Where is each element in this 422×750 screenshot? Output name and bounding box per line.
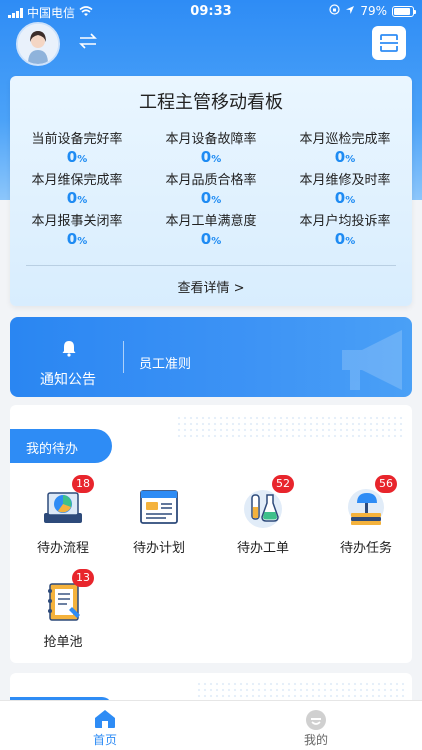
tab-mine-label: 我的 [303, 733, 328, 747]
notice-text[interactable]: 员工准则 [139, 353, 191, 372]
metric-value: 0 [200, 148, 212, 166]
metric-unit: % [345, 154, 356, 165]
metric-unit: % [77, 236, 88, 247]
metric-unit: % [211, 154, 222, 165]
metric-label: 本月工单满意度 [165, 214, 257, 229]
todo-item-label: 待办任务 [339, 541, 392, 556]
badge-count: 18 [72, 475, 94, 493]
metric-value: 0 [66, 189, 78, 207]
todo-item-process[interactable]: 18 待办流程 [13, 475, 113, 556]
process-chart-icon: 18 [40, 475, 94, 531]
todo-item-label: 待办流程 [36, 541, 89, 556]
metric-item[interactable]: 本月巡检完成率 0% [278, 132, 412, 169]
view-details-link[interactable]: 查看详情 > [10, 277, 412, 296]
metric-label: 本月维修及时率 [299, 173, 391, 188]
todo-card: 我的待办 18 待办流程 待办计划 52 待办工单 56 待办任务 13 抢单池 [10, 405, 412, 663]
metric-label: 本月报事关闭率 [31, 214, 123, 229]
metric-item[interactable]: 本月户均投诉率 0% [278, 214, 412, 251]
metric-item[interactable]: 本月工单满意度 0% [144, 214, 278, 251]
home-icon [75, 709, 135, 731]
todo-title: 我的待办 [10, 429, 112, 463]
location-icon [345, 4, 355, 18]
profile-icon [286, 709, 346, 731]
todo-item-plan[interactable]: 待办计划 [109, 485, 209, 556]
metric-unit: % [77, 195, 88, 206]
metric-item[interactable]: 本月品质合格率 0% [144, 173, 278, 210]
divider [26, 265, 396, 266]
metric-value: 0 [334, 230, 346, 248]
metric-value: 0 [200, 189, 212, 207]
badge-count: 13 [72, 569, 94, 587]
todo-item-workorder[interactable]: 52 待办工单 [213, 475, 313, 556]
bell-icon [60, 339, 78, 361]
metric-label: 当前设备完好率 [31, 132, 123, 147]
metric-item[interactable]: 当前设备完好率 0% [10, 132, 144, 169]
battery-icon [392, 5, 416, 17]
metric-label: 本月维保完成率 [31, 173, 123, 188]
metric-label: 本月设备故障率 [165, 132, 257, 147]
metric-label: 本月户均投诉率 [299, 214, 391, 229]
todo-item-task[interactable]: 56 待办任务 [316, 475, 412, 556]
metric-unit: % [345, 195, 356, 206]
metric-item[interactable]: 本月设备故障率 0% [144, 132, 278, 169]
bottom-tab-bar: 首页 我的 [0, 700, 422, 750]
divider [123, 341, 124, 373]
status-bar: 中国电信 09:33 79% [0, 0, 422, 24]
metric-label: 本月品质合格率 [165, 173, 257, 188]
metric-item[interactable]: 本月维修及时率 0% [278, 173, 412, 210]
todo-item-grab-order[interactable]: 13 抢单池 [13, 569, 113, 650]
board-title: 工程主管移动看板 [139, 92, 283, 113]
tab-home-label: 首页 [92, 733, 117, 747]
plan-document-icon [136, 485, 182, 531]
metric-unit: % [345, 236, 356, 247]
avatar[interactable] [16, 22, 60, 66]
todo-item-label: 抢单池 [43, 635, 83, 650]
lab-flask-icon: 52 [240, 475, 294, 531]
dashboard-board: 工程主管移动看板 当前设备完好率 0% 本月设备故障率 0% 本月巡检完成率 0% 本… [10, 76, 412, 306]
dot-pattern [196, 681, 406, 701]
task-lamp-icon: 56 [343, 475, 397, 531]
metric-value: 0 [200, 230, 212, 248]
metric-value: 0 [334, 189, 346, 207]
notice-banner[interactable]: 通知公告 员工准则 [10, 317, 412, 397]
metric-item[interactable]: 本月维保完成率 0% [10, 173, 144, 210]
dot-pattern [176, 415, 406, 441]
todo-item-label: 待办工单 [236, 541, 289, 556]
switch-project-icon[interactable] [78, 33, 98, 54]
metric-label: 本月巡检完成率 [299, 132, 391, 147]
metric-value: 0 [66, 230, 78, 248]
scan-icon [380, 34, 398, 52]
megaphone-icon [332, 325, 412, 397]
rotation-lock-icon [329, 4, 340, 18]
scan-button[interactable] [372, 26, 406, 60]
tab-home[interactable]: 首页 [75, 709, 135, 748]
badge-count: 52 [272, 475, 294, 493]
metric-value: 0 [334, 148, 346, 166]
battery-percent: 79% [360, 4, 387, 18]
metric-unit: % [211, 236, 222, 247]
metric-unit: % [211, 195, 222, 206]
todo-item-label: 待办计划 [132, 541, 185, 556]
metrics-grid: 当前设备完好率 0% 本月设备故障率 0% 本月巡检完成率 0% 本月维保完成率 0% … [10, 132, 412, 251]
badge-count: 56 [375, 475, 397, 493]
notebook-icon: 13 [40, 569, 94, 625]
tab-mine[interactable]: 我的 [286, 709, 346, 748]
metric-value: 0 [66, 148, 78, 166]
notice-label: 通知公告 [40, 372, 96, 388]
metric-unit: % [77, 154, 88, 165]
metric-item[interactable]: 本月报事关闭率 0% [10, 214, 144, 251]
